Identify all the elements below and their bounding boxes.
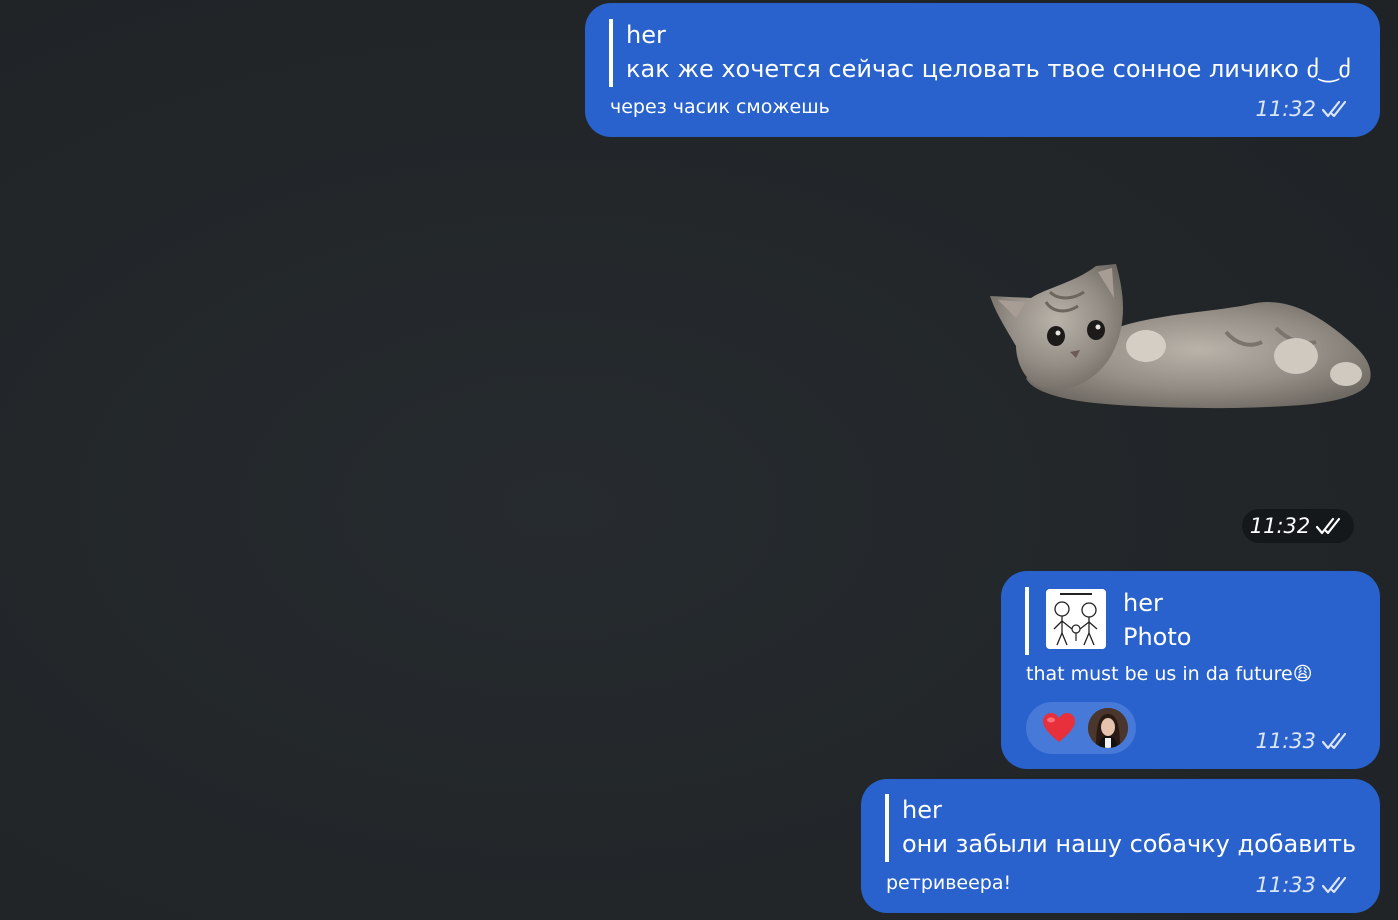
reply-quoted-text: Photo: [1123, 623, 1192, 651]
outgoing-message-bubble[interactable]: her Photo that must be us in da future😩 …: [1001, 571, 1380, 769]
reply-quoted-text: как же хочется сейчас целовать твое сонн…: [626, 55, 1351, 83]
outgoing-message-bubble[interactable]: her как же хочется сейчас целовать твое …: [585, 3, 1380, 137]
message-time: 11:33: [1255, 873, 1316, 897]
message-meta: 11:33: [1255, 873, 1352, 897]
reply-quote[interactable]: her Photo: [1025, 587, 1191, 655]
double-check-icon: [1322, 732, 1347, 750]
reply-quote[interactable]: her как же хочется сейчас целовать твое …: [609, 19, 1351, 87]
outgoing-message-bubble[interactable]: her они забыли нашу собачку добавить рет…: [861, 779, 1380, 913]
message-time: 11:32: [1249, 514, 1311, 538]
message-text: ретривеера!: [886, 872, 1012, 894]
message-time: 11:33: [1255, 729, 1316, 753]
message-text: через часик сможешь: [610, 96, 830, 118]
chat-area[interactable]: her как же хочется сейчас целовать твое …: [0, 0, 1398, 920]
message-time: 11:32: [1255, 97, 1316, 121]
double-check-icon: [1322, 100, 1347, 118]
user-avatar: [1088, 708, 1128, 748]
sticker-time-badge: 11:32: [1242, 509, 1354, 543]
reply-quote[interactable]: her они забыли нашу собачку добавить: [885, 794, 1356, 862]
message-meta: 11:33: [1255, 729, 1352, 753]
double-check-icon: [1322, 876, 1347, 894]
heart-icon: [1043, 713, 1075, 742]
reply-sender-name: her: [902, 796, 942, 824]
message-text: that must be us in da future😩: [1026, 663, 1313, 685]
reply-quoted-text: они забыли нашу собачку добавить: [902, 830, 1357, 858]
stick-figure-family-thumbnail: [1046, 589, 1106, 649]
kitten-sticker[interactable]: [986, 262, 1378, 412]
message-meta: 11:32: [1255, 97, 1352, 121]
double-check-icon: [1316, 517, 1341, 535]
reply-sender-name: her: [626, 21, 666, 49]
reply-sender-name: her: [1123, 589, 1163, 617]
reaction-pill[interactable]: [1026, 702, 1136, 754]
